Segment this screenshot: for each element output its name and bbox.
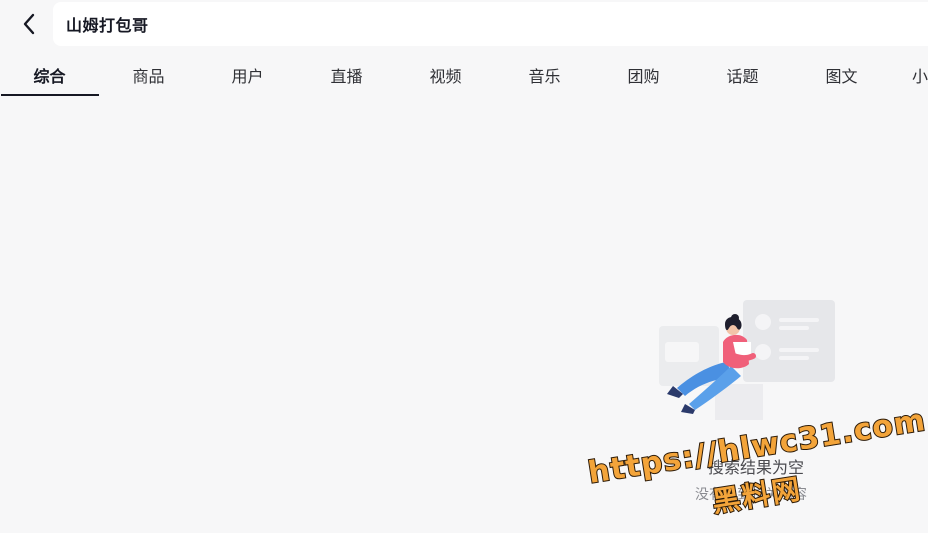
- result-tabs: 综合 商品 用户 直播 视频 音乐 团购 话题 图文 小: [0, 54, 928, 98]
- active-tab-indicator: [1, 94, 99, 96]
- empty-state-description: 没有找到相关内容: [695, 487, 807, 503]
- tab-mini[interactable]: 小: [880, 54, 928, 96]
- chevron-left-icon: [23, 13, 35, 35]
- back-button[interactable]: [14, 8, 44, 40]
- empty-result-illustration: [659, 300, 835, 420]
- search-query-text: 山姆打包哥: [66, 16, 149, 35]
- tab-music[interactable]: 音乐: [495, 54, 594, 96]
- search-input[interactable]: 山姆打包哥: [53, 2, 928, 46]
- tab-comprehensive[interactable]: 综合: [0, 54, 99, 96]
- tab-image-text[interactable]: 图文: [792, 54, 891, 96]
- tab-products[interactable]: 商品: [99, 54, 198, 96]
- tab-live[interactable]: 直播: [297, 54, 396, 96]
- empty-state-title: 搜索结果为空: [707, 458, 804, 477]
- search-results-screen: 山姆打包哥 综合 商品 用户 直播 视频 音乐 团购 话题 图文 小 搜索结果为…: [0, 0, 928, 533]
- tab-topics[interactable]: 话题: [693, 54, 792, 96]
- tab-users[interactable]: 用户: [198, 54, 297, 96]
- tab-videos[interactable]: 视频: [396, 54, 495, 96]
- tab-group-buy[interactable]: 团购: [594, 54, 693, 96]
- search-header: 山姆打包哥: [0, 0, 928, 50]
